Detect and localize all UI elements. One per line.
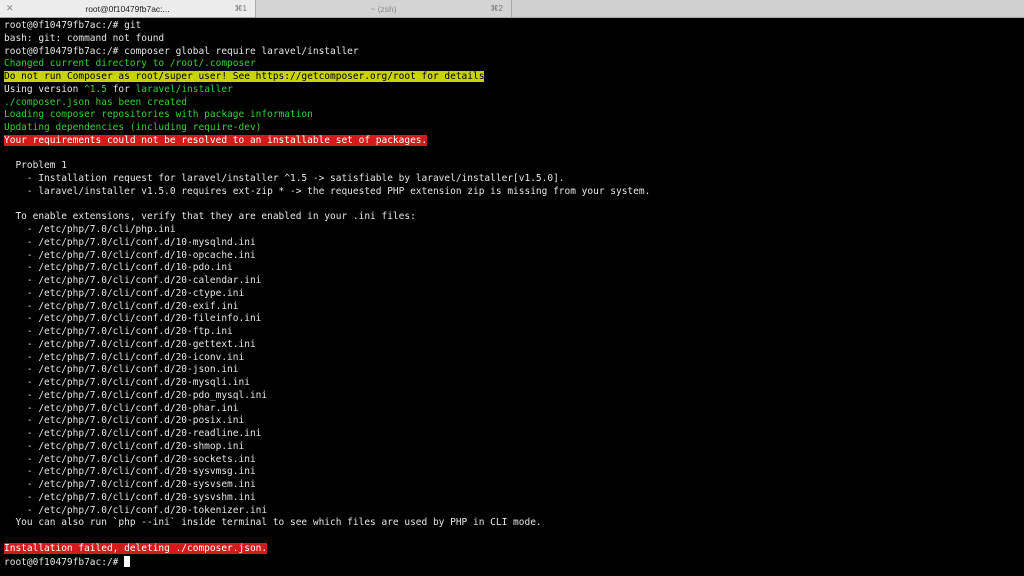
- terminal-line: Using version ^1.5 for laravel/installer: [4, 84, 1024, 97]
- terminal-text: root@0f10479fb7ac:/#: [4, 556, 125, 568]
- terminal-line: Do not run Composer as root/super user! …: [4, 71, 1024, 84]
- terminal-text: - /etc/php/7.0/cli/conf.d/10-mysqlnd.ini: [4, 236, 256, 248]
- tab-shortcut: ⌘1: [234, 4, 247, 13]
- terminal-text: - laravel/installer v1.5.0 requires ext-…: [4, 185, 651, 197]
- tab-root-session[interactable]: ✕ root@0f10479fb7ac:... ⌘1: [0, 0, 256, 17]
- terminal-line: - laravel/installer v1.5.0 requires ext-…: [4, 186, 1024, 199]
- terminal-text: - /etc/php/7.0/cli/conf.d/20-gettext.ini: [4, 338, 256, 350]
- terminal-line: - /etc/php/7.0/cli/conf.d/20-shmop.ini: [4, 441, 1024, 454]
- terminal-text: Loading composer repositories with packa…: [4, 109, 313, 121]
- terminal-line: Updating dependencies (including require…: [4, 122, 1024, 135]
- terminal-text: - /etc/php/7.0/cli/conf.d/20-shmop.ini: [4, 440, 245, 452]
- error-highlight: Installation failed, deleting ./composer…: [4, 542, 268, 554]
- terminal-line: - /etc/php/7.0/cli/conf.d/20-fileinfo.in…: [4, 313, 1024, 326]
- terminal-text: Updating dependencies (including require…: [4, 122, 262, 133]
- terminal-line: - /etc/php/7.0/cli/conf.d/20-calendar.in…: [4, 275, 1024, 288]
- terminal-text: - /etc/php/7.0/cli/conf.d/20-ftp.ini: [4, 326, 233, 337]
- terminal-line: - /etc/php/7.0/cli/conf.d/10-mysqlnd.ini: [4, 237, 1024, 250]
- terminal-text: - /etc/php/7.0/cli/conf.d/20-ctype.ini: [4, 287, 245, 299]
- terminal-line: bash: git: command not found: [4, 33, 1024, 46]
- terminal-line: - /etc/php/7.0/cli/conf.d/20-sockets.ini: [4, 454, 1024, 467]
- terminal-line: - /etc/php/7.0/cli/conf.d/20-readline.in…: [4, 428, 1024, 441]
- terminal-line: - /etc/php/7.0/cli/conf.d/20-ctype.ini: [4, 288, 1024, 301]
- terminal-line: - /etc/php/7.0/cli/conf.d/10-opcache.ini: [4, 250, 1024, 263]
- terminal-text-fragment: Using version: [4, 83, 85, 95]
- terminal-line: - /etc/php/7.0/cli/conf.d/20-sysvmsg.ini: [4, 466, 1024, 479]
- terminal-text: - /etc/php/7.0/cli/php.ini: [4, 224, 176, 235]
- terminal-line: - Installation request for laravel/insta…: [4, 173, 1024, 186]
- terminal-text: - /etc/php/7.0/cli/conf.d/20-iconv.ini: [4, 351, 245, 363]
- terminal-line: Installation failed, deleting ./composer…: [4, 542, 1024, 556]
- terminal-text: You can also run `php --ini` inside term…: [4, 517, 542, 529]
- terminal-text: - /etc/php/7.0/cli/conf.d/20-sysvmsg.ini: [4, 466, 256, 478]
- terminal-text: - /etc/php/7.0/cli/conf.d/20-calendar.in…: [4, 275, 262, 286]
- terminal-line: - /etc/php/7.0/cli/conf.d/20-sysvsem.ini: [4, 479, 1024, 492]
- terminal-text: root@0f10479fb7ac:/# composer global req…: [4, 45, 359, 57]
- terminal-text: - /etc/php/7.0/cli/conf.d/20-phar.ini: [4, 402, 239, 414]
- terminal-line: - /etc/php/7.0/cli/conf.d/20-gettext.ini: [4, 339, 1024, 352]
- terminal-text: bash: git: command not found: [4, 32, 165, 44]
- tab-bar-empty-area: [512, 0, 1024, 17]
- terminal-text: - Installation request for laravel/insta…: [4, 173, 565, 184]
- terminal-text: root@0f10479fb7ac:/# git: [4, 20, 142, 31]
- terminal-line: Changed current directory to /root/.comp…: [4, 58, 1024, 71]
- terminal-text: Problem 1: [4, 160, 67, 172]
- terminal-line: - /etc/php/7.0/cli/conf.d/20-posix.ini: [4, 415, 1024, 428]
- terminal-output[interactable]: root@0f10479fb7ac:/# git bash: git: comma…: [0, 18, 1024, 576]
- terminal-text: - /etc/php/7.0/cli/conf.d/20-tokenizer.i…: [4, 504, 268, 516]
- terminal-line: root@0f10479fb7ac:/# git: [4, 20, 1024, 33]
- terminal-line: - /etc/php/7.0/cli/conf.d/20-pdo_mysql.i…: [4, 390, 1024, 403]
- tab-title: root@0f10479fb7ac:...: [85, 3, 170, 14]
- terminal-text: - /etc/php/7.0/cli/conf.d/20-fileinfo.in…: [4, 313, 262, 325]
- terminal-text-fragment: ^1.5: [84, 83, 107, 95]
- terminal-line: root@0f10479fb7ac:/# composer global req…: [4, 46, 1024, 59]
- close-tab-icon[interactable]: ✕: [6, 3, 14, 14]
- tab-title: ~ (zsh): [370, 3, 397, 14]
- terminal-text: Changed current directory to /root/.comp…: [4, 58, 256, 70]
- terminal-line: - /etc/php/7.0/cli/conf.d/20-tokenizer.i…: [4, 505, 1024, 518]
- warning-highlight: Do not run Composer as root/super user! …: [4, 71, 485, 82]
- terminal-text: To enable extensions, verify that they a…: [4, 211, 416, 223]
- terminal-text: - /etc/php/7.0/cli/conf.d/20-json.ini: [4, 364, 239, 376]
- terminal-line: Your requirements could not be resolved …: [4, 134, 1024, 148]
- terminal-line: - /etc/php/7.0/cli/conf.d/10-pdo.ini: [4, 262, 1024, 275]
- terminal-line: Problem 1: [4, 160, 1024, 173]
- terminal-text: - /etc/php/7.0/cli/conf.d/20-sysvsem.ini: [4, 479, 256, 490]
- terminal-line: - /etc/php/7.0/cli/conf.d/20-phar.ini: [4, 403, 1024, 416]
- error-highlight: Your requirements could not be resolved …: [4, 134, 428, 146]
- text-cursor: [124, 555, 131, 567]
- terminal-text: - /etc/php/7.0/cli/conf.d/20-sockets.ini: [4, 453, 256, 465]
- terminal-line: To enable extensions, verify that they a…: [4, 211, 1024, 224]
- terminal-text: - /etc/php/7.0/cli/conf.d/20-sysvshm.ini: [4, 491, 256, 503]
- terminal-line: - /etc/php/7.0/cli/conf.d/20-exif.ini: [4, 301, 1024, 314]
- terminal-line: - /etc/php/7.0/cli/conf.d/20-mysqli.ini: [4, 377, 1024, 390]
- terminal-line: - /etc/php/7.0/cli/conf.d/20-iconv.ini: [4, 352, 1024, 365]
- terminal-text: - /etc/php/7.0/cli/conf.d/20-pdo_mysql.i…: [4, 389, 268, 401]
- terminal-line: ./composer.json has been created: [4, 97, 1024, 110]
- terminal-text: - /etc/php/7.0/cli/conf.d/10-pdo.ini: [4, 262, 233, 274]
- terminal-text: - /etc/php/7.0/cli/conf.d/20-mysqli.ini: [4, 377, 250, 388]
- terminal-text: - /etc/php/7.0/cli/conf.d/20-exif.ini: [4, 300, 239, 312]
- tab-bar: ✕ root@0f10479fb7ac:... ⌘1 ~ (zsh) ⌘2: [0, 0, 1024, 18]
- terminal-text: ./composer.json has been created: [4, 96, 188, 108]
- tab-shortcut: ⌘2: [490, 4, 503, 13]
- terminal-line: Loading composer repositories with packa…: [4, 109, 1024, 122]
- terminal-text: - /etc/php/7.0/cli/conf.d/20-posix.ini: [4, 415, 245, 427]
- terminal-line: - /etc/php/7.0/cli/conf.d/20-sysvshm.ini: [4, 492, 1024, 505]
- terminal-text: - /etc/php/7.0/cli/conf.d/10-opcache.ini: [4, 249, 256, 261]
- terminal-line: - /etc/php/7.0/cli/conf.d/20-json.ini: [4, 364, 1024, 377]
- tab-zsh[interactable]: ~ (zsh) ⌘2: [256, 0, 512, 17]
- terminal-line: - /etc/php/7.0/cli/php.ini: [4, 224, 1024, 237]
- terminal-line: You can also run `php --ini` inside term…: [4, 517, 1024, 530]
- terminal-text-fragment: for: [106, 83, 136, 95]
- command-prompt: root@0f10479fb7ac:/#: [4, 555, 1024, 569]
- terminal-line: - /etc/php/7.0/cli/conf.d/20-ftp.ini: [4, 326, 1024, 339]
- terminal-text-fragment: laravel/installer: [135, 83, 233, 95]
- terminal-text: - /etc/php/7.0/cli/conf.d/20-readline.in…: [4, 428, 262, 439]
